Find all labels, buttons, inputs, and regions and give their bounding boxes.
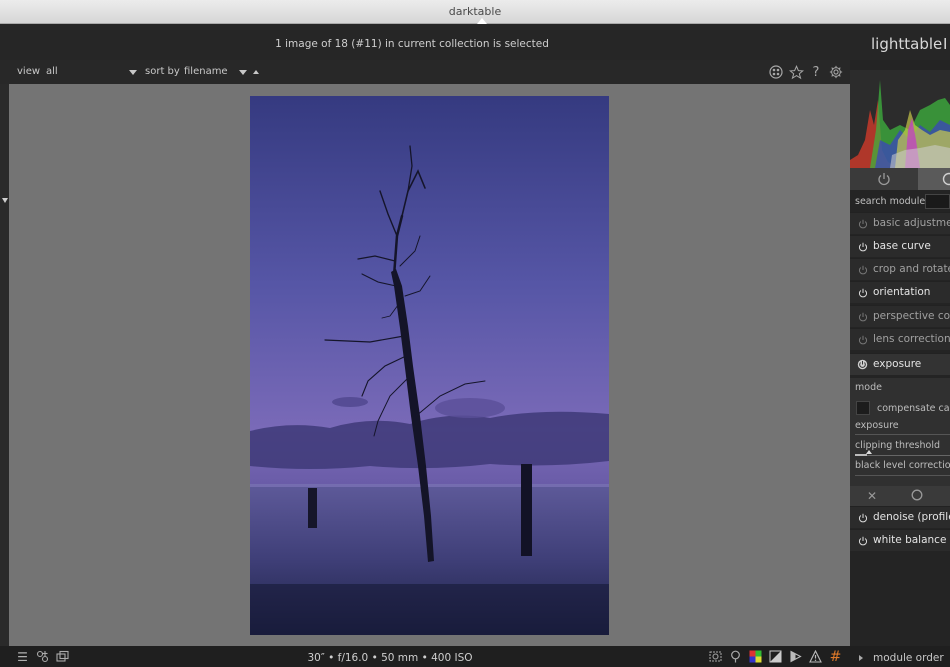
soft-proof-icon[interactable] [768,649,783,664]
power-icon[interactable] [857,334,868,345]
view-switcher-lighttable[interactable]: lighttable [871,35,942,53]
power-icon[interactable] [857,512,868,523]
sort-dropdown-icon[interactable] [239,70,247,75]
search-module-input[interactable] [925,194,950,209]
left-panel-border [0,84,9,646]
module-label: white balance [873,534,947,546]
center-view [9,84,850,646]
selection-status: 1 image of 18 (#11) in current collectio… [275,38,549,50]
image-exif-info: 30″ • f/16.0 • 50 mm • 400 ISO [307,652,473,664]
bottom-bar: ☰ 30″ • f/16.0 • 50 mm • 400 ISO # modul… [0,646,950,667]
black-level-correction-slider[interactable] [855,475,950,476]
guides-icon[interactable]: # [828,649,843,665]
power-icon[interactable] [857,218,868,229]
histogram[interactable] [850,70,950,168]
view-switcher-separator: I [943,35,948,53]
module-label: lens correction [873,333,950,345]
module-lens-correction[interactable]: lens correction [850,328,950,350]
module-instance-bar: ✕ [850,486,950,506]
raw-overexposed-icon[interactable] [708,649,723,664]
clipping-threshold-fill [855,454,867,456]
power-icon[interactable] [857,241,868,252]
module-search-row: search module [850,192,950,210]
module-group-tabs [850,168,950,190]
module-label: crop and rotate [873,263,950,275]
circle-icon [942,172,950,186]
module-label: exposure [873,358,922,370]
view-filter-label: view [17,66,41,77]
module-basic-adjustments[interactable]: basic adjustmer [850,212,950,234]
exposure-module-body: mode compensate cam exposure clipping th… [850,378,950,488]
module-label: basic adjustmer [873,217,950,229]
gear-icon[interactable] [827,63,845,81]
exposure-mode-label[interactable]: mode [855,382,882,393]
power-icon[interactable] [857,311,868,322]
power-icon[interactable] [857,359,868,370]
module-denoise-profiled[interactable]: denoise (profile [850,506,950,528]
module-label: denoise (profile [873,511,950,523]
power-icon[interactable] [857,287,868,298]
top-header: 1 image of 18 (#11) in current collectio… [0,24,950,60]
close-icon[interactable]: ✕ [867,489,877,503]
power-icon[interactable] [857,535,868,546]
sort-order-ascending-icon[interactable] [253,70,259,74]
color-assessment-icon[interactable] [748,649,763,664]
expand-arrow-icon[interactable] [859,655,863,661]
module-white-balance[interactable]: white balance [850,529,950,551]
warning-icon[interactable] [808,649,823,664]
right-panel: search module basic adjustmer base curve… [850,60,950,646]
power-icon [878,173,890,186]
slider-marker-icon[interactable] [866,450,872,454]
location-pin-icon[interactable] [728,649,743,664]
exposure-slider-label[interactable]: exposure [855,420,899,431]
sort-label: sort by [145,66,180,77]
expand-left-panel-arrow[interactable] [2,198,8,203]
view-filter-value[interactable]: all [46,66,58,77]
window-title: darktable [448,5,502,18]
module-base-curve[interactable]: base curve [850,235,950,257]
tab-favorite-modules[interactable] [918,168,950,190]
reset-icon[interactable] [911,489,923,504]
module-label: base curve [873,240,931,252]
module-label: orientation [873,286,931,298]
filter-toolbar: view all sort by filename ? [0,60,850,84]
black-level-correction-label[interactable]: black level correction [855,460,950,471]
star-icon[interactable] [787,63,805,81]
sort-value[interactable]: filename [184,66,228,77]
power-icon[interactable] [857,264,868,275]
module-label: perspective cor [873,310,950,322]
window-title-bar: darktable [0,0,950,24]
module-exposure[interactable]: exposure [850,353,950,375]
module-perspective-correction[interactable]: perspective cor [850,305,950,327]
view-filter-dropdown-icon[interactable] [129,70,137,75]
compensate-camera-label: compensate cam [877,403,950,414]
help-icon[interactable]: ? [807,63,825,81]
exposure-slider[interactable] [855,434,950,435]
tab-active-modules[interactable] [850,168,918,190]
color-picker-icon[interactable] [767,63,785,81]
gamut-check-icon[interactable] [788,649,803,664]
clipping-threshold-slider[interactable] [855,455,950,456]
module-orientation[interactable]: orientation [850,281,950,303]
module-order-label[interactable]: module order [873,652,944,664]
compensate-camera-checkbox[interactable] [856,401,870,415]
module-crop-and-rotate[interactable]: crop and rotate [850,258,950,280]
image-preview[interactable] [250,96,609,635]
search-module-label: search module [855,196,926,207]
